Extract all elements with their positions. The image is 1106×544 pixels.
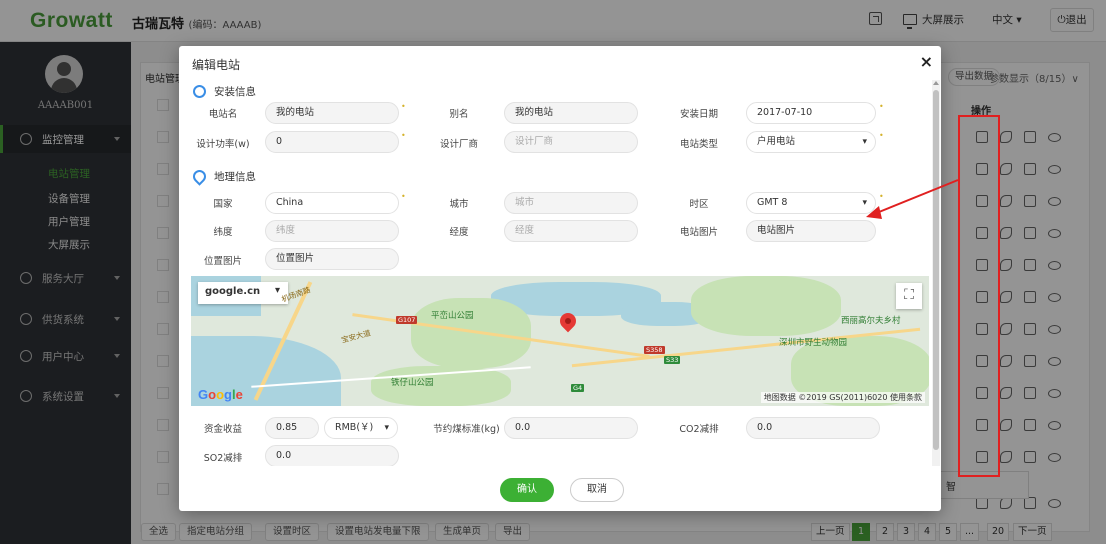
annotation-arrow: [866, 179, 959, 219]
